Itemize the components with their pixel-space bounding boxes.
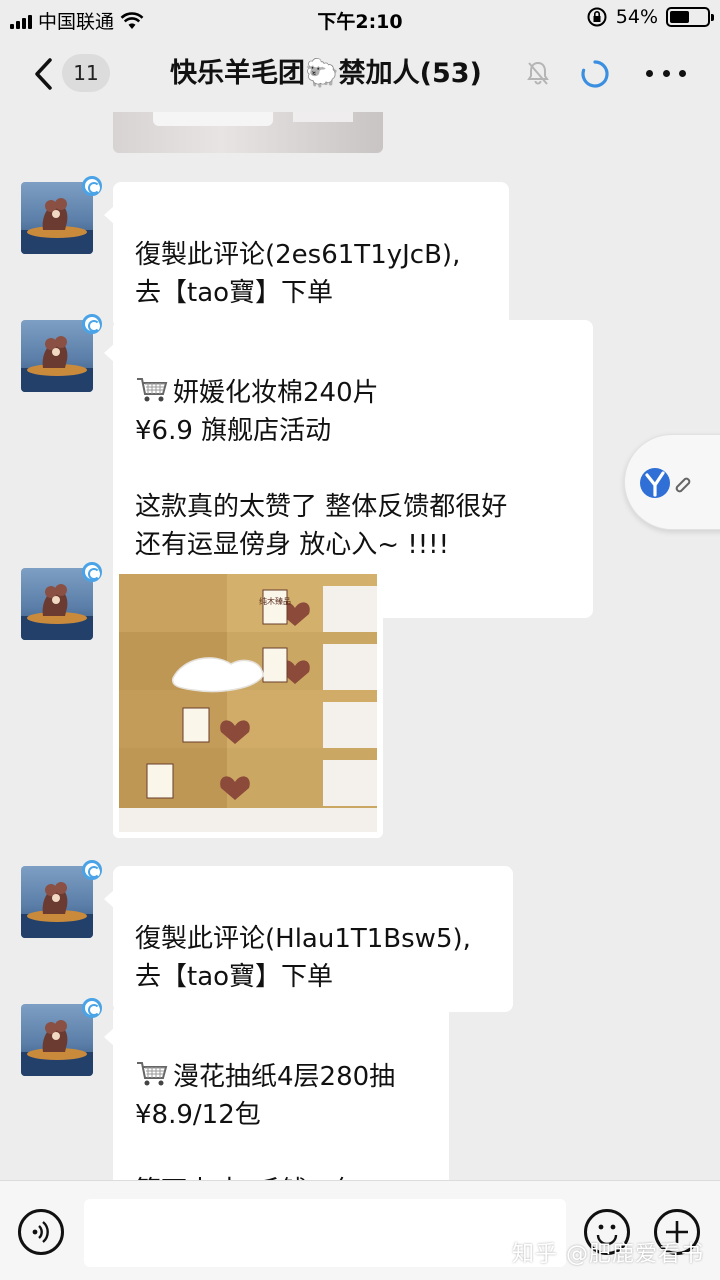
avatar-cartoon-image [21, 198, 93, 254]
back-button[interactable] [30, 56, 60, 92]
more-options-button[interactable] [646, 58, 686, 88]
unread-count-badge[interactable]: 11 [62, 54, 110, 92]
more-dot-icon [662, 69, 670, 77]
rotation-lock-icon [587, 7, 607, 27]
more-dot-icon [679, 69, 686, 77]
message-text: ¥6.9 旗舰店活动 这款真的太赞了 整体反馈都很好 还有运显傍身 放心入~ !… [135, 416, 508, 560]
online-status-dot-icon [82, 176, 102, 196]
online-status-dot-icon [82, 860, 102, 880]
group-title[interactable]: 快乐羊毛团🐑禁加人(53) [170, 54, 560, 94]
battery-level-fill [670, 11, 690, 23]
voice-wave-icon [32, 1221, 49, 1243]
message-text: 復製此评论(2es61T1yJcB), 去【tao寶】下单 [135, 240, 461, 308]
tissue-product-image[interactable]: 纯木臻品 [113, 568, 383, 838]
chat-message-list[interactable]: 復製此评论(2es61T1yJcB), 去【tao寶】下单 妍媛化妆棉240片 … [0, 112, 720, 1180]
product-name: 妍媛化妆棉240片 [173, 378, 379, 408]
voice-input-button[interactable] [18, 1209, 64, 1255]
mute-bell-icon [527, 61, 549, 85]
floating-shortcut-button[interactable] [624, 434, 720, 530]
avatar-cartoon-image [21, 882, 93, 938]
pack-label-text: 纯木臻品 [259, 596, 291, 606]
more-dot-icon [646, 69, 653, 77]
source-watermark: 知乎 @肥鹿爱看书 [512, 1242, 704, 1267]
sender-avatar[interactable] [21, 568, 93, 640]
tissue-packs-illustration: 纯木臻品 [113, 568, 383, 838]
online-status-dot-icon [82, 562, 102, 582]
loading-spinner-icon [581, 60, 609, 88]
avatar-cartoon-image [21, 1020, 93, 1076]
message-text-input[interactable] [84, 1199, 566, 1267]
message-bubble[interactable]: 復製此评论(2es61T1yJcB), 去【tao寶】下单 [104, 182, 509, 328]
shopping-cart-icon [137, 378, 168, 402]
online-status-dot-icon [82, 314, 102, 334]
product-name: 漫花抽纸4层280抽 [173, 1062, 396, 1092]
sender-avatar[interactable] [21, 320, 93, 392]
sender-avatar[interactable] [21, 866, 93, 938]
sender-avatar[interactable] [21, 1004, 93, 1076]
online-status-dot-icon [82, 998, 102, 1018]
status-bar: 中国联通 下午2:10 54% [0, 0, 720, 36]
battery-icon [666, 7, 714, 27]
shopping-cart-icon [137, 1062, 168, 1086]
message-text: 復製此评论(Hlau1T1Bsw5), 去【tao寶】下单 [135, 924, 471, 992]
link-app-icon [640, 468, 691, 498]
message-bubble[interactable]: 漫花抽纸4层280抽 ¥8.9/12包 算下来才7毛钱一包 [104, 1004, 449, 1180]
battery-percent: 54% [615, 6, 658, 28]
previous-image-message[interactable] [113, 112, 383, 153]
sender-avatar[interactable] [21, 182, 93, 254]
avatar-cartoon-image [21, 336, 93, 392]
chat-header: 11 快乐羊毛团🐑禁加人(53) [0, 36, 720, 112]
message-text: ¥8.9/12包 算下来才7毛钱一包 [135, 1100, 360, 1180]
avatar-cartoon-image [21, 584, 93, 640]
message-bubble[interactable]: 復製此评论(Hlau1T1Bsw5), 去【tao寶】下单 [104, 866, 513, 1012]
